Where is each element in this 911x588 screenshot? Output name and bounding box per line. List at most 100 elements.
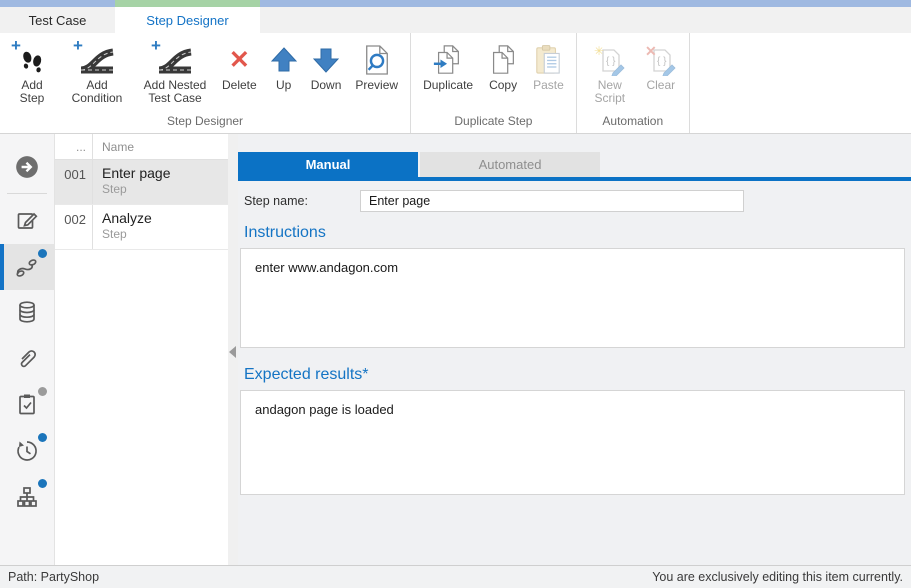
ribbon-group-automation: { } ✳ New Script { } ✕ bbox=[576, 33, 689, 133]
go-circle-arrow-icon bbox=[14, 154, 40, 180]
step-row-002[interactable]: 002 Analyze Step bbox=[55, 205, 228, 250]
add-step-button[interactable]: + Add Step bbox=[5, 40, 59, 106]
step-list: ... Name 001 Enter page Step 002 Analyze… bbox=[55, 134, 228, 565]
svg-text:✳: ✳ bbox=[594, 44, 604, 58]
footprints-add-icon: + bbox=[17, 41, 47, 79]
svg-text:✕: ✕ bbox=[645, 44, 657, 59]
clear-script-label: Clear bbox=[646, 79, 675, 92]
edit-compose-icon bbox=[15, 209, 39, 233]
top-accent-strip bbox=[0, 0, 911, 7]
column-header-name[interactable]: Name bbox=[93, 134, 228, 159]
add-condition-label: Add Condition bbox=[66, 79, 128, 105]
database-icon bbox=[15, 300, 39, 326]
step-designer-window: Test Case Step Designer + bbox=[0, 0, 911, 588]
new-script-label: New Script bbox=[589, 79, 631, 105]
step-row-001[interactable]: 001 Enter page Step bbox=[55, 160, 228, 205]
left-icon-sidebar bbox=[0, 134, 55, 565]
down-label: Down bbox=[311, 79, 342, 92]
paste-label: Paste bbox=[533, 79, 564, 92]
tab-manual[interactable]: Manual bbox=[238, 152, 418, 177]
copy-pages-icon bbox=[487, 41, 519, 79]
expected-results-textarea[interactable]: andagon page is loaded bbox=[240, 390, 905, 495]
expected-results-heading: Expected results* bbox=[244, 366, 911, 384]
history-blue-badge bbox=[38, 433, 47, 442]
hierarchy-blue-badge bbox=[38, 479, 47, 488]
sidebar-item-attachments[interactable] bbox=[0, 336, 55, 382]
column-header-number[interactable]: ... bbox=[55, 134, 93, 159]
preview-magnifier-icon bbox=[363, 41, 391, 79]
delete-button[interactable]: ✕ Delete bbox=[215, 40, 264, 93]
svg-text:{ }: { } bbox=[606, 56, 616, 67]
ribbon-group-duplicate-step: Duplicate Copy bbox=[410, 33, 576, 133]
step-type: Step bbox=[102, 182, 228, 196]
add-nested-test-case-label: Add Nested Test Case bbox=[142, 79, 208, 105]
delete-label: Delete bbox=[222, 79, 257, 92]
new-script-icon: { } ✳ bbox=[594, 41, 626, 79]
new-script-button[interactable]: { } ✳ New Script bbox=[582, 40, 638, 106]
sidebar-item-hierarchy[interactable] bbox=[0, 474, 55, 520]
ribbon-spacer bbox=[689, 33, 911, 133]
history-clock-icon bbox=[14, 438, 40, 464]
step-number: 001 bbox=[55, 160, 93, 204]
copy-label: Copy bbox=[489, 79, 517, 92]
duplicate-pages-icon bbox=[432, 41, 464, 79]
arrow-down-icon bbox=[313, 41, 339, 79]
ribbon: + Add Step + bbox=[0, 33, 911, 134]
arrow-up-icon bbox=[271, 41, 297, 79]
sidebar-item-history[interactable] bbox=[0, 428, 55, 474]
status-editing-message: You are exclusively editing this item cu… bbox=[652, 570, 903, 584]
sidebar-separator bbox=[7, 193, 47, 194]
steps-footprints-icon bbox=[14, 254, 40, 280]
svg-text:{ }: { } bbox=[657, 56, 667, 67]
tasks-clipboard-icon bbox=[15, 392, 39, 418]
preview-button[interactable]: Preview bbox=[348, 40, 405, 93]
step-name-input[interactable] bbox=[360, 190, 744, 212]
duplicate-button[interactable]: Duplicate bbox=[416, 40, 480, 93]
panel-splitter[interactable] bbox=[228, 134, 238, 565]
strip-green-active-tab bbox=[115, 0, 260, 7]
up-button[interactable]: Up bbox=[264, 40, 304, 93]
tasks-gray-badge bbox=[38, 387, 47, 396]
add-condition-button[interactable]: + Add Condition bbox=[59, 40, 135, 106]
status-path: Path: PartyShop bbox=[8, 570, 99, 584]
editor-tab-underline bbox=[238, 177, 911, 181]
sidebar-item-edit[interactable] bbox=[0, 198, 55, 244]
group-label-automation: Automation bbox=[577, 114, 689, 133]
tab-step-designer[interactable]: Step Designer bbox=[115, 7, 260, 33]
step-editor-panel: Manual Automated Step name: Instructions… bbox=[238, 134, 911, 565]
add-nested-test-case-button[interactable]: + Add Nested Test Case bbox=[135, 40, 215, 106]
attachment-paperclip-icon bbox=[15, 346, 39, 372]
ribbon-tab-bar: Test Case Step Designer bbox=[0, 7, 911, 33]
instructions-heading: Instructions bbox=[244, 224, 911, 242]
clear-script-button[interactable]: { } ✕ Clear bbox=[638, 40, 684, 93]
preview-label: Preview bbox=[355, 79, 398, 92]
strip-blue-right bbox=[260, 0, 911, 7]
copy-button[interactable]: Copy bbox=[480, 40, 526, 93]
editor-tab-bar: Manual Automated bbox=[238, 152, 911, 177]
collapse-left-icon[interactable] bbox=[229, 346, 236, 358]
add-step-label: Add Step bbox=[12, 79, 52, 105]
group-label-step-designer: Step Designer bbox=[0, 114, 410, 133]
instructions-textarea[interactable]: enter www.andagon.com bbox=[240, 248, 905, 348]
condition-add-icon: + bbox=[79, 41, 115, 79]
paste-button[interactable]: Paste bbox=[526, 40, 571, 93]
steps-blue-badge bbox=[38, 249, 47, 258]
ribbon-group-step-designer: + Add Step + bbox=[0, 33, 410, 133]
step-name: Enter page bbox=[102, 165, 228, 181]
step-number: 002 bbox=[55, 205, 93, 249]
sidebar-item-database[interactable] bbox=[0, 290, 55, 336]
tab-test-case[interactable]: Test Case bbox=[0, 7, 115, 33]
sidebar-item-tasks[interactable] bbox=[0, 382, 55, 428]
tab-automated[interactable]: Automated bbox=[420, 152, 600, 177]
sidebar-item-navigate[interactable] bbox=[0, 144, 55, 190]
up-label: Up bbox=[276, 79, 291, 92]
sidebar-item-steps[interactable] bbox=[0, 244, 55, 290]
step-name: Analyze bbox=[102, 210, 228, 226]
strip-blue-left bbox=[0, 0, 115, 7]
down-button[interactable]: Down bbox=[304, 40, 349, 93]
step-type: Step bbox=[102, 227, 228, 241]
delete-x-icon: ✕ bbox=[229, 41, 250, 79]
hierarchy-sitemap-icon bbox=[15, 485, 39, 509]
step-name-label: Step name: bbox=[244, 194, 360, 208]
nested-test-case-add-icon: + bbox=[157, 41, 193, 79]
